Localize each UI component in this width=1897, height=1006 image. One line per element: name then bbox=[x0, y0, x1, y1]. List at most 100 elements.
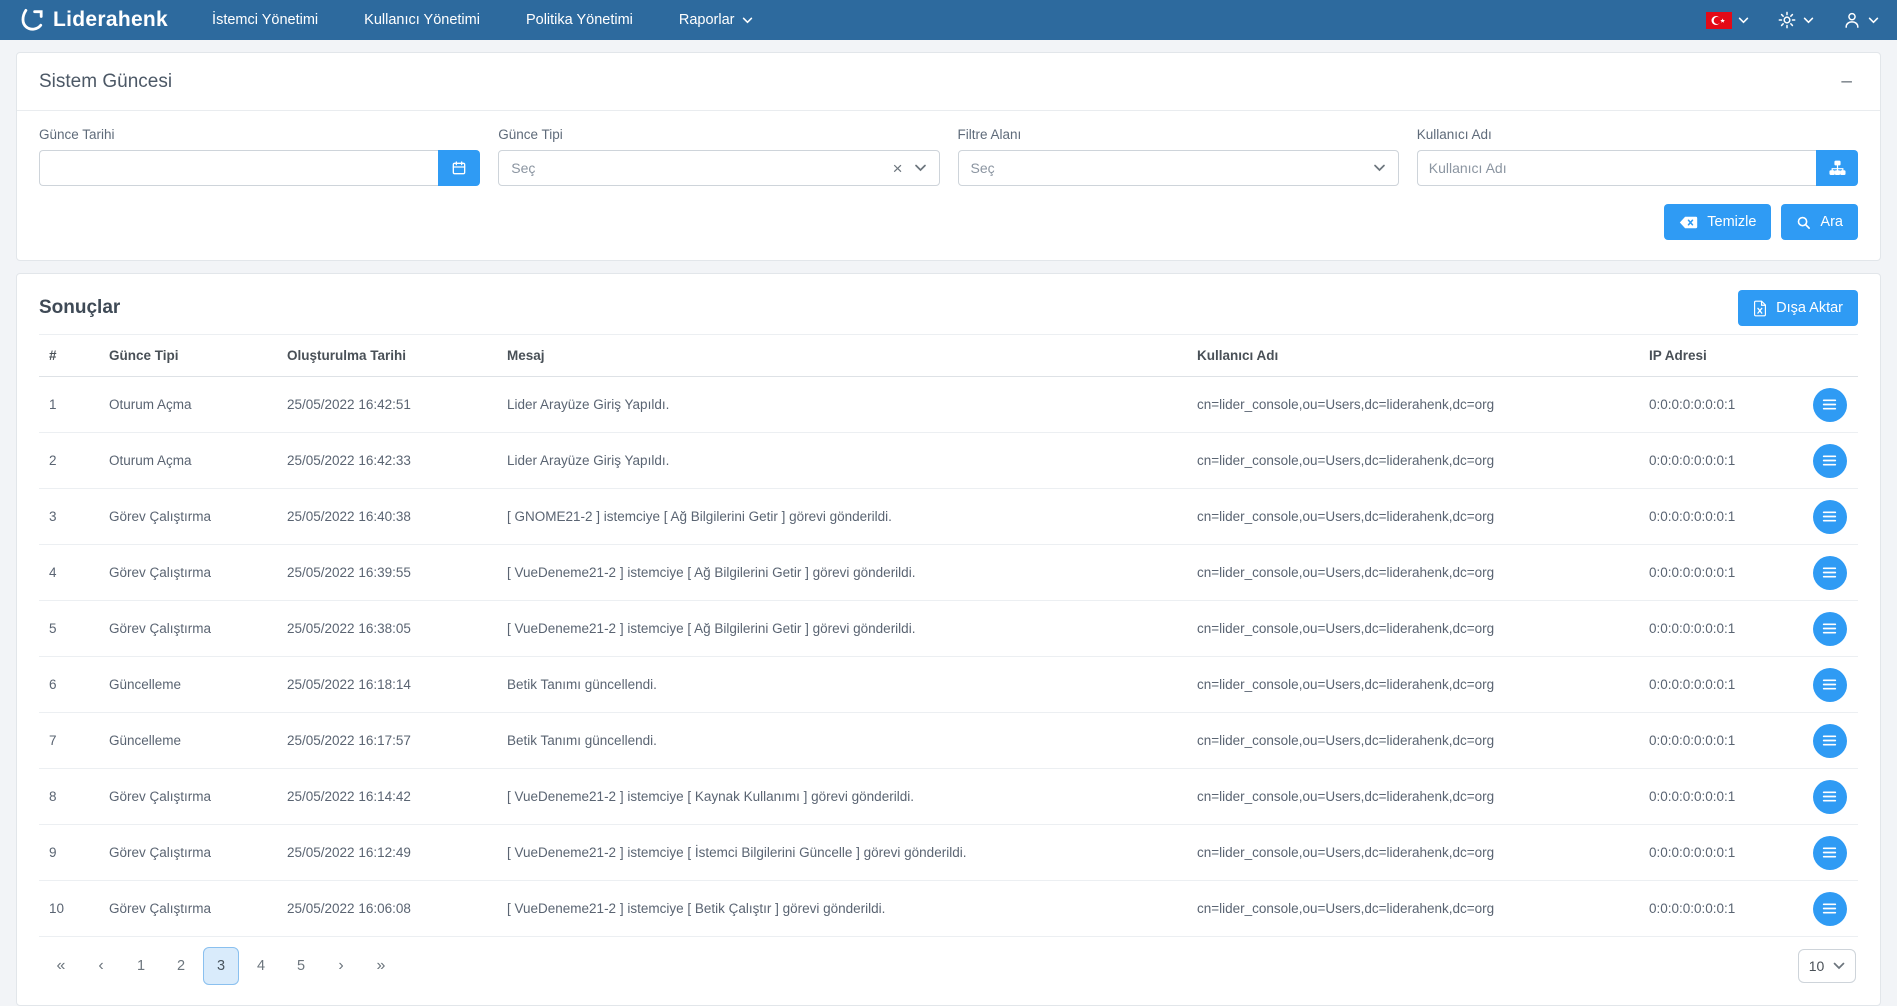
calendar-icon bbox=[451, 160, 467, 176]
cell-row-number: 8 bbox=[39, 768, 99, 825]
settings-menu[interactable] bbox=[1777, 10, 1814, 30]
cell-actions bbox=[1801, 544, 1858, 601]
row-detail-button[interactable] bbox=[1812, 443, 1847, 478]
cell-log-type: Oturum Açma bbox=[99, 376, 277, 433]
cell-row-number: 7 bbox=[39, 712, 99, 769]
search-button[interactable]: Ara bbox=[1781, 204, 1858, 240]
row-detail-button[interactable] bbox=[1812, 611, 1847, 646]
row-detail-button[interactable] bbox=[1812, 835, 1847, 870]
cell-actions bbox=[1801, 656, 1858, 713]
page-button-4[interactable]: 4 bbox=[243, 947, 279, 985]
nav-item-1[interactable]: İstemci Yönetimi bbox=[212, 12, 318, 28]
cell-ip-address: 0:0:0:0:0:0:0:1 bbox=[1639, 656, 1801, 713]
clear-filters-button[interactable]: Temizle bbox=[1664, 204, 1772, 240]
row-detail-button[interactable] bbox=[1812, 387, 1847, 422]
cell-username: cn=lider_console,ou=Users,dc=liderahenk,… bbox=[1187, 432, 1639, 489]
cell-message: [ VueDeneme21-2 ] istemciye [ İstemci Bi… bbox=[497, 824, 1187, 881]
results-title: Sonuçlar bbox=[39, 297, 121, 318]
liderahenk-logo-icon bbox=[18, 7, 46, 33]
brand-logo[interactable]: Liderahenk bbox=[18, 7, 168, 33]
cell-message: Lider Arayüze Giriş Yapıldı. bbox=[497, 432, 1187, 489]
list-icon bbox=[1822, 622, 1837, 635]
browse-users-button[interactable] bbox=[1816, 150, 1858, 186]
page-button-1[interactable]: 1 bbox=[123, 947, 159, 985]
nav-item-label: Kullanıcı Yönetimi bbox=[364, 12, 480, 28]
user-menu[interactable] bbox=[1842, 10, 1879, 30]
cell-log-type: Görev Çalıştırma bbox=[99, 768, 277, 825]
nav-item-2[interactable]: Kullanıcı Yönetimi bbox=[364, 12, 480, 28]
clear-icon bbox=[1679, 215, 1698, 230]
cell-row-number: 3 bbox=[39, 488, 99, 545]
page-size-value: 10 bbox=[1808, 958, 1825, 974]
cell-message: Lider Arayüze Giriş Yapıldı. bbox=[497, 376, 1187, 433]
last-page-button[interactable]: » bbox=[363, 947, 399, 985]
page-button-5[interactable]: 5 bbox=[283, 947, 319, 985]
cell-row-number: 9 bbox=[39, 824, 99, 881]
cell-created-date: 25/05/2022 16:38:05 bbox=[277, 600, 497, 657]
clear-selection-icon[interactable]: × bbox=[893, 160, 903, 177]
cell-username: cn=lider_console,ou=Users,dc=liderahenk,… bbox=[1187, 376, 1639, 433]
page-button-2[interactable]: 2 bbox=[163, 947, 199, 985]
log-type-label: Günce Tipi bbox=[498, 127, 563, 142]
field-log-date: Günce Tarihi bbox=[39, 127, 481, 186]
page-size-select[interactable]: 10 bbox=[1798, 949, 1856, 983]
table-row: 10 Görev Çalıştırma 25/05/2022 16:06:08 … bbox=[39, 880, 1858, 937]
cell-actions bbox=[1801, 600, 1858, 657]
page-button-3[interactable]: 3 bbox=[203, 947, 239, 985]
cell-username: cn=lider_console,ou=Users,dc=liderahenk,… bbox=[1187, 656, 1639, 713]
log-type-select[interactable]: Seç × bbox=[498, 150, 940, 186]
row-detail-button[interactable] bbox=[1812, 723, 1847, 758]
row-detail-button[interactable] bbox=[1812, 499, 1847, 534]
calendar-button[interactable] bbox=[438, 150, 481, 186]
table-row: 6 Güncelleme 25/05/2022 16:18:14 Betik T… bbox=[39, 656, 1858, 713]
cell-ip-address: 0:0:0:0:0:0:0:1 bbox=[1639, 544, 1801, 601]
username-input[interactable] bbox=[1416, 150, 1816, 186]
list-icon bbox=[1822, 398, 1837, 411]
first-page-button[interactable]: « bbox=[43, 947, 79, 985]
list-icon bbox=[1822, 734, 1837, 747]
cell-ip-address: 0:0:0:0:0:0:0:1 bbox=[1639, 824, 1801, 881]
cell-log-type: Güncelleme bbox=[99, 656, 277, 713]
cell-username: cn=lider_console,ou=Users,dc=liderahenk,… bbox=[1187, 880, 1639, 937]
cell-created-date: 25/05/2022 16:42:33 bbox=[277, 432, 497, 489]
filter-area-placeholder: Seç bbox=[970, 160, 995, 176]
user-icon bbox=[1842, 10, 1862, 30]
cell-message: [ VueDeneme21-2 ] istemciye [ Betik Çalı… bbox=[497, 880, 1187, 937]
cell-ip-address: 0:0:0:0:0:0:0:1 bbox=[1639, 376, 1801, 433]
cell-username: cn=lider_console,ou=Users,dc=liderahenk,… bbox=[1187, 712, 1639, 769]
page-number-buttons: 12345 bbox=[121, 947, 321, 985]
export-button-label: Dışa Aktar bbox=[1776, 300, 1843, 316]
chevron-down-icon bbox=[1738, 17, 1749, 24]
clear-filters-label: Temizle bbox=[1707, 214, 1757, 230]
filter-panel-header: Sistem Güncesi – bbox=[17, 53, 1880, 111]
nav-item-3[interactable]: Politika Yönetimi bbox=[526, 12, 633, 28]
next-page-button[interactable]: › bbox=[323, 947, 359, 985]
export-button[interactable]: Dışa Aktar bbox=[1738, 290, 1858, 326]
cell-username: cn=lider_console,ou=Users,dc=liderahenk,… bbox=[1187, 824, 1639, 881]
field-username: Kullanıcı Adı bbox=[1416, 127, 1858, 186]
row-detail-button[interactable] bbox=[1812, 555, 1847, 590]
cell-message: Betik Tanımı güncellendi. bbox=[497, 712, 1187, 769]
chevron-down-icon bbox=[1373, 164, 1386, 172]
row-detail-button[interactable] bbox=[1812, 779, 1847, 814]
nav-item-4[interactable]: Raporlar bbox=[679, 12, 753, 28]
cell-actions bbox=[1801, 488, 1858, 545]
column-header: Günce Tipi bbox=[99, 334, 277, 377]
cell-row-number: 6 bbox=[39, 656, 99, 713]
cell-created-date: 25/05/2022 16:40:38 bbox=[277, 488, 497, 545]
table-row: 8 Görev Çalıştırma 25/05/2022 16:14:42 [… bbox=[39, 768, 1858, 825]
log-date-input[interactable] bbox=[39, 150, 439, 186]
brand-name: Liderahenk bbox=[53, 8, 169, 31]
previous-page-button[interactable]: ‹ bbox=[83, 947, 119, 985]
list-icon bbox=[1822, 902, 1837, 915]
row-detail-button[interactable] bbox=[1812, 891, 1847, 926]
cell-log-type: Görev Çalıştırma bbox=[99, 488, 277, 545]
collapse-panel-button[interactable]: – bbox=[1835, 70, 1858, 93]
results-header: Sonuçlar Dışa Aktar bbox=[39, 290, 1858, 326]
results-panel: Sonuçlar Dışa Aktar # Günce Tipi Oluşturul… bbox=[16, 273, 1881, 1006]
filter-area-select[interactable]: Seç bbox=[957, 150, 1399, 186]
language-menu[interactable] bbox=[1706, 11, 1749, 29]
row-detail-button[interactable] bbox=[1812, 667, 1847, 702]
pagination: « ‹ 12345 › » 10 bbox=[39, 937, 1858, 993]
field-log-type: Günce Tipi Seç × bbox=[498, 127, 940, 186]
